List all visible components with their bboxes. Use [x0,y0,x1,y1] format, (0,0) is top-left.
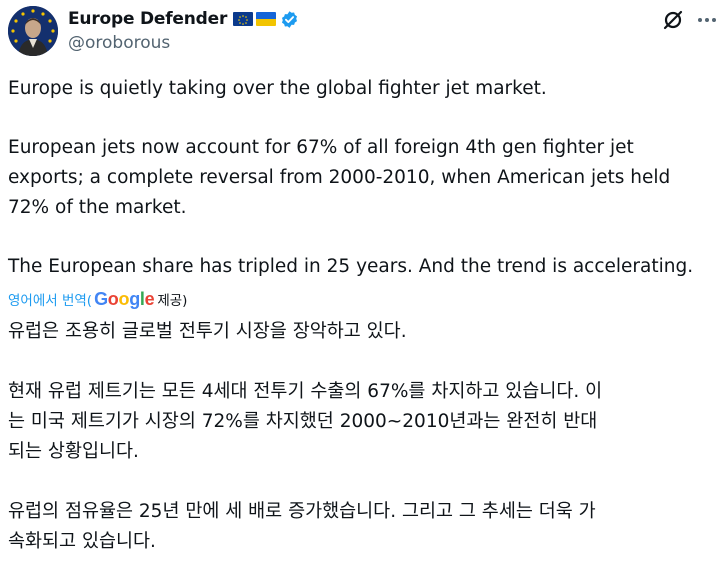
translation-provider-suffix: 제공) [157,293,188,309]
translated-line: 유럽의 점유율은 25년 만에 세 배로 증가했습니다. 그리고 그 추세는 더… [8,501,596,522]
tweet: Europe Defender @oroborous Europe is qui… [0,0,722,570]
author-name-row: Europe Defender [68,7,299,31]
author-handle[interactable]: @oroborous [68,33,170,53]
translated-text: 유럽은 조용히 글로벌 전투기 시장을 장악하고 있다. 현재 유럽 제트기는 … [8,317,720,557]
avatar[interactable] [8,6,58,56]
translated-from-link[interactable]: 영어에서 번역( [8,289,92,309]
ukraine-flag-icon [256,12,277,26]
avatar-image [8,6,58,56]
translated-line: 는 미국 제트기가 시장의 72%를 차지했던 2000~2010년과는 완전히… [8,411,598,432]
eu-flag-icon [233,12,254,26]
tweet-line: The European share has tripled in 25 yea… [8,256,694,277]
tweet-line: Europe is quietly taking over the global… [8,78,547,99]
translated-line: 유럽은 조용히 글로벌 전투기 시장을 장악하고 있다. [8,321,407,342]
google-logo: Google [94,288,155,309]
translated-line: 속화되고 있습니다. [8,531,156,552]
tweet-line: exports; a complete reversal from 2000-2… [8,167,671,188]
tweet-text: Europe is quietly taking over the global… [8,74,720,282]
grok-icon[interactable] [661,8,685,32]
tweet-line: 72% of the market. [8,197,187,218]
tweet-line: European jets now account for 67% of all… [8,137,634,158]
translation-attribution: 영어에서 번역( Google 제공) [8,288,188,310]
translated-line: 현재 유럽 제트기는 모든 4세대 전투기 수출의 67%를 차지하고 있습니다… [8,381,603,402]
author-display-name[interactable]: Europe Defender [68,9,227,29]
more-options-icon[interactable] [694,8,720,32]
verified-badge-icon[interactable] [280,10,299,29]
translated-line: 되는 상황입니다. [8,441,139,462]
